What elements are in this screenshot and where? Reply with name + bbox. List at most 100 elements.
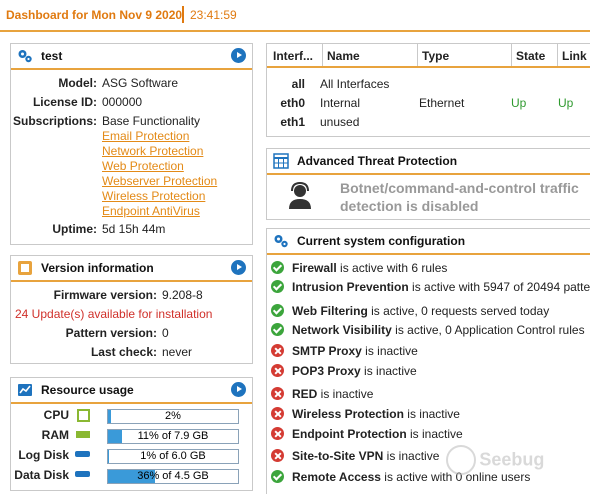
calendar-grid-icon — [273, 153, 289, 169]
config-item-detail: is active, 0 requests served today — [367, 304, 550, 318]
subscription-link-wireless[interactable]: Wireless Protection — [102, 189, 217, 204]
subscription-link-email[interactable]: Email Protection — [102, 129, 217, 144]
column-header-link[interactable]: Link — [562, 49, 587, 63]
config-item-name: Web Filtering — [292, 304, 368, 318]
interface-state: Up — [511, 96, 527, 110]
status-inactive-icon — [271, 449, 284, 462]
table-row[interactable]: eth0 Internal Ethernet Up Up — [267, 96, 590, 114]
config-item-detail: is inactive — [361, 344, 418, 358]
config-item-wireless-protection[interactable]: Wireless Protection is inactive — [271, 407, 460, 427]
info-box-icon — [18, 261, 32, 275]
status-inactive-icon — [271, 387, 284, 400]
config-item-intrusion-prevention[interactable]: Intrusion Prevention is active with 5947… — [271, 280, 590, 300]
subscription-link-network[interactable]: Network Protection — [102, 144, 217, 159]
watermark-text: Seebug — [479, 449, 545, 470]
config-item-name: Wireless Protection — [292, 407, 404, 421]
open-arrow-icon[interactable] — [231, 260, 246, 275]
subscriptions-label: Subscriptions: — [12, 114, 97, 128]
subscription-link-web[interactable]: Web Protection — [102, 159, 217, 174]
version-panel-header: Version information — [11, 256, 252, 282]
interface-name: All Interfaces — [320, 77, 390, 91]
column-header-name[interactable]: Name — [327, 49, 360, 63]
config-item-name: SMTP Proxy — [292, 344, 362, 358]
config-item-detail: is active, 0 Application Control rules — [391, 323, 585, 337]
column-header-interface[interactable]: Interf... — [273, 49, 313, 63]
config-item-web-filtering[interactable]: Web Filtering is active, 0 requests serv… — [271, 304, 549, 324]
bar-text: 11% of 7.9 GB — [137, 430, 209, 442]
data-disk-usage-bar: 36% of 4.5 GB — [107, 469, 239, 484]
updates-available-link[interactable]: 24 Update(s) available for installation — [15, 307, 212, 321]
status-active-icon — [271, 304, 284, 317]
gears-icon — [274, 235, 288, 248]
resource-row-cpu: CPU 2% — [11, 408, 252, 426]
subscription-link-endpoint[interactable]: Endpoint AntiVirus — [102, 204, 217, 219]
open-arrow-icon[interactable] — [231, 48, 246, 63]
status-inactive-icon — [271, 407, 284, 420]
bar-text: 2% — [165, 410, 181, 422]
system-panel: test Model: ASG Software License ID: 000… — [10, 43, 253, 245]
resource-panel-header: Resource usage — [11, 378, 252, 404]
resource-label: RAM — [41, 428, 69, 442]
config-item-name: RED — [292, 387, 318, 401]
resource-label: Data Disk — [14, 468, 69, 482]
config-item-detail: is inactive — [317, 387, 374, 401]
config-item-red[interactable]: RED is inactive — [271, 387, 373, 407]
license-value: 000000 — [102, 95, 143, 109]
dashboard-title: Dashboard for Mon Nov 9 2020 — [6, 8, 183, 22]
resource-label: CPU — [43, 408, 69, 422]
atp-status-line2: detection is disabled — [340, 198, 479, 214]
column-header-state[interactable]: State — [516, 49, 545, 63]
interface-id: eth1 — [280, 115, 305, 129]
cpu-icon — [77, 409, 90, 422]
resource-label: Log Disk — [18, 448, 69, 462]
config-item-site-to-site-vpn[interactable]: Site-to-Site VPN is inactive — [271, 449, 439, 469]
config-item-endpoint-protection[interactable]: Endpoint Protection is inactive — [271, 427, 463, 447]
open-arrow-icon[interactable] — [231, 382, 246, 397]
uptime-label: Uptime: — [52, 222, 97, 236]
atp-panel-header: Advanced Threat Protection — [267, 149, 590, 175]
column-divider — [322, 44, 323, 66]
config-item-pop3-proxy[interactable]: POP3 Proxy is inactive — [271, 364, 417, 384]
status-inactive-icon — [271, 364, 284, 377]
interfaces-header-row: Interf... Name Type State Link — [267, 44, 590, 68]
subscription-base: Base Functionality — [102, 114, 201, 128]
config-item-name: Site-to-Site VPN — [292, 449, 384, 463]
config-item-detail: is inactive — [406, 427, 463, 441]
table-row[interactable]: eth1 unused — [267, 115, 590, 133]
firmware-value: 9.208-8 — [162, 288, 203, 302]
config-item-name: Network Visibility — [292, 323, 392, 337]
resource-panel: Resource usage CPU 2% RAM 11% of 7.9 GB … — [10, 377, 253, 491]
interface-type: Ethernet — [419, 96, 465, 110]
version-panel-title: Version information — [41, 261, 154, 275]
lastcheck-label: Last check: — [90, 345, 157, 359]
log-disk-usage-bar: 1% of 6.0 GB — [107, 449, 239, 464]
column-header-type[interactable]: Type — [422, 49, 449, 63]
config-item-detail: is active with 6 rules — [336, 261, 448, 275]
status-active-icon — [271, 261, 284, 274]
botnet-agent-icon — [289, 181, 311, 209]
config-item-name: Endpoint Protection — [292, 427, 407, 441]
config-item-detail: is inactive — [403, 407, 460, 421]
status-active-icon — [271, 323, 284, 336]
table-row[interactable]: all All Interfaces — [267, 77, 590, 95]
config-item-detail: is active with 5947 of 20494 patte — [408, 280, 590, 294]
resource-row-data-disk: Data Disk 36% of 4.5 GB — [11, 468, 252, 486]
subscription-link-webserver[interactable]: Webserver Protection — [102, 174, 217, 189]
lastcheck-value: never — [162, 345, 193, 359]
config-item-smtp-proxy[interactable]: SMTP Proxy is inactive — [271, 344, 418, 364]
watermark: Seebug — [446, 445, 544, 475]
interface-name: Internal — [320, 96, 361, 110]
pattern-label: Pattern version: — [65, 326, 157, 340]
config-item-detail: is inactive — [360, 364, 417, 378]
interface-link: Up — [558, 96, 574, 110]
interfaces-panel: Interf... Name Type State Link all All I… — [266, 43, 590, 137]
config-panel-title: Current system configuration — [297, 234, 466, 248]
config-panel-header: Current system configuration — [267, 229, 590, 255]
ram-usage-bar: 11% of 7.9 GB — [107, 429, 239, 444]
config-item-name: Firewall — [292, 261, 337, 275]
config-item-network-visibility[interactable]: Network Visibility is active, 0 Applicat… — [271, 323, 585, 343]
config-item-firewall[interactable]: Firewall is active with 6 rules — [271, 261, 447, 281]
config-item-name: POP3 Proxy — [292, 364, 361, 378]
system-panel-title: test — [41, 49, 63, 63]
status-active-icon — [271, 470, 284, 483]
